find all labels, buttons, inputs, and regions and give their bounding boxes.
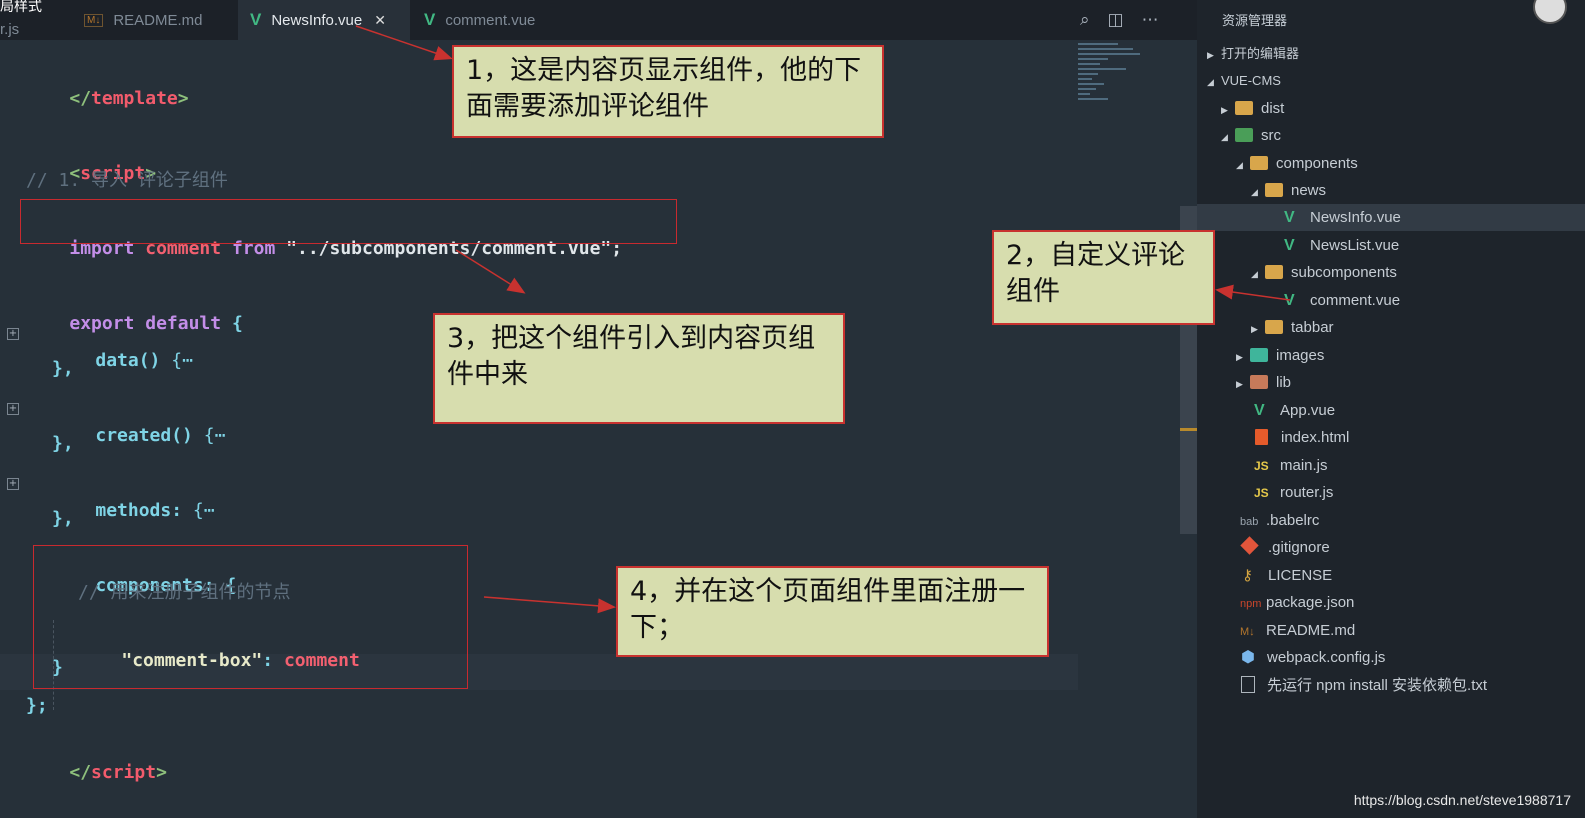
arrow-2	[1215, 284, 1291, 301]
arrow-4	[483, 596, 616, 614]
watermark: https://blog.csdn.net/steve1988717	[1353, 792, 1571, 808]
arrow-3	[455, 249, 526, 294]
annotation-arrows	[355, 25, 1291, 614]
arrow-1	[355, 25, 453, 61]
